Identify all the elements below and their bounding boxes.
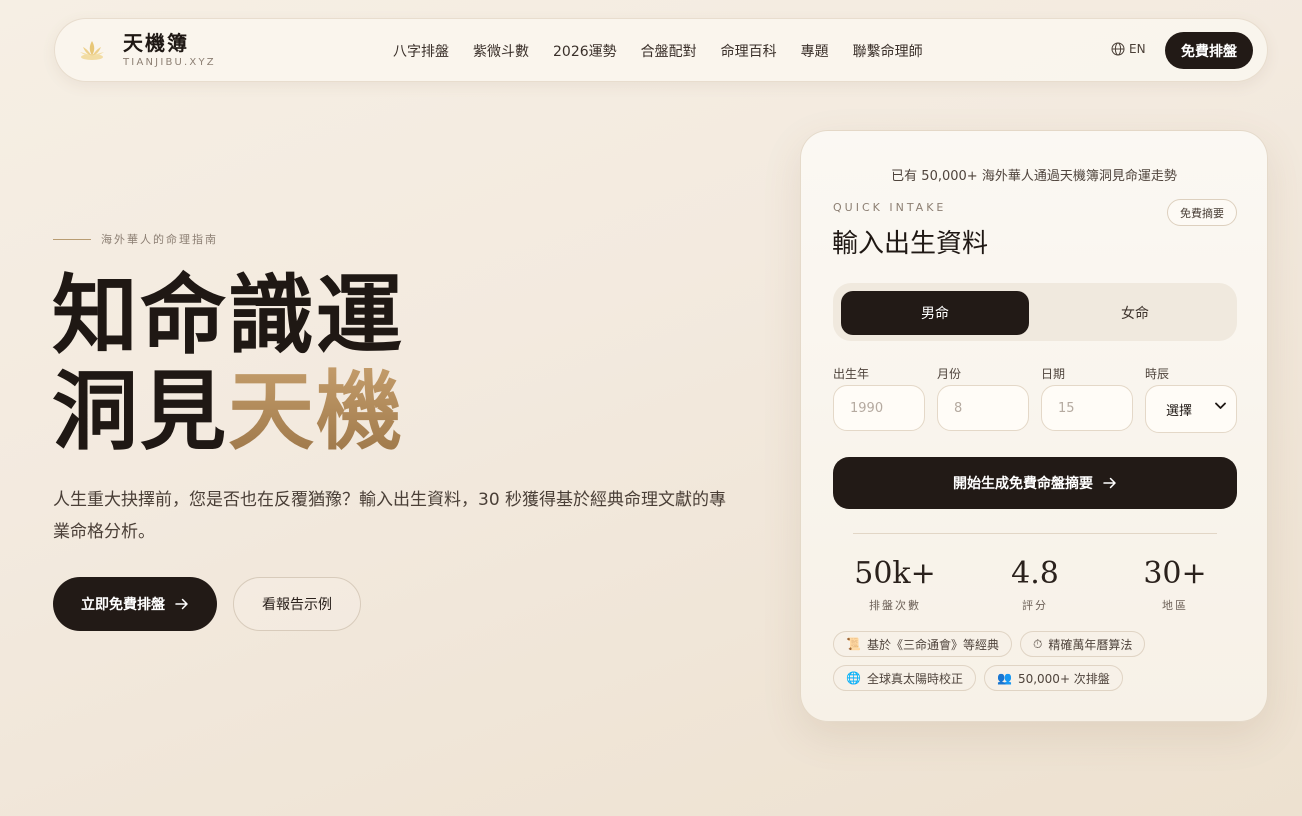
card-eyebrow: QUICK INTAKE [833, 201, 947, 214]
birth-year-input[interactable]: 1990 [833, 385, 925, 431]
stat-label: 地區 [1162, 599, 1188, 612]
start-free-chart-button[interactable]: 立即免費排盤 [53, 577, 217, 631]
chip-chart-count: 👥 50,000+ 次排盤 [984, 665, 1123, 691]
arrow-right-icon [175, 598, 188, 610]
card-title: 輸入出生資料 [832, 229, 989, 259]
brand-name: 天機簿 [123, 31, 189, 55]
headline-line-2-plain: 洞見 [52, 361, 228, 462]
card-divider [853, 533, 1217, 534]
users-icon: 👥 [997, 671, 1012, 685]
hero-eyebrow: 海外華人的命理指南 [53, 231, 218, 247]
globe-icon [1111, 42, 1125, 56]
view-sample-report-button[interactable]: 看報告示例 [233, 577, 361, 631]
scroll-icon: 📜 [846, 637, 861, 651]
chip-label: 基於《三命通會》等經典 [866, 637, 999, 652]
stat-label: 評分 [1022, 599, 1048, 612]
nav-free-chart-button[interactable]: 免費排盤 [1165, 32, 1253, 69]
gender-female-option[interactable]: 女命 [1041, 291, 1229, 335]
top-nav: 天機簿 TIANJIBU.XYZ 八字排盤 紫微斗數 2026運勢 合盤配對 命… [54, 18, 1268, 82]
brand-domain: TIANJIBU.XYZ [123, 57, 216, 68]
hero-headline: 知命識運 洞見天機 [52, 268, 404, 460]
nav-link-ziwei[interactable]: 紫微斗數 [473, 41, 529, 61]
nav-link-compatibility[interactable]: 合盤配對 [641, 41, 697, 61]
intake-card: 已有 50,000+ 海外華人通過天機簿洞見命運走勢 QUICK INTAKE … [800, 130, 1268, 722]
stat-value: 4.8 [1011, 556, 1059, 591]
chip-label: 50,000+ 次排盤 [1017, 671, 1110, 686]
day-input[interactable]: 15 [1041, 385, 1133, 431]
social-proof-text: 已有 50,000+ 海外華人通過天機簿洞見命運走勢 [891, 169, 1177, 184]
stat-regions: 30+ 地區 [1110, 555, 1240, 613]
headline-line-1: 知命識運 [52, 265, 404, 366]
eyebrow-line [53, 238, 91, 240]
headline-line-2: 洞見天機 [52, 364, 404, 460]
stat-rating: 4.8 評分 [970, 555, 1100, 613]
headline-line-2-gold: 天機 [228, 361, 404, 462]
chip-label: 精確萬年曆算法 [1048, 637, 1133, 652]
chip-classics: 📜 基於《三命通會》等經典 [833, 631, 1012, 657]
language-switch[interactable]: EN [1111, 42, 1146, 56]
birth-year-label: 出生年 [833, 367, 870, 381]
hour-select[interactable]: 選擇 [1145, 385, 1237, 433]
stat-value: 30+ [1143, 556, 1207, 591]
chip-solar-time: 🌐 全球真太陽時校正 [833, 665, 976, 691]
stat-label: 排盤次數 [869, 599, 921, 612]
lotus-logo-icon [80, 40, 104, 60]
generate-summary-button[interactable]: 開始生成免費命盤摘要 [833, 457, 1237, 509]
month-input[interactable]: 8 [937, 385, 1029, 431]
chip-calendar-algorithm: ⏱ 精確萬年曆算法 [1020, 631, 1146, 657]
hero-subtitle: 人生重大抉擇前，您是否也在反覆猶豫？輸入出生資料，30 秒獲得基於經典命理文獻的… [53, 490, 727, 542]
nav-link-contact[interactable]: 聯繫命理師 [853, 41, 923, 61]
chip-label: 全球真太陽時校正 [866, 671, 963, 686]
nav-link-encyclopedia[interactable]: 命理百科 [721, 41, 777, 61]
start-free-chart-label: 立即免費排盤 [81, 597, 165, 613]
globe-icon: 🌐 [846, 671, 861, 685]
language-label: EN [1129, 42, 1146, 56]
stopwatch-icon: ⏱ [1033, 636, 1043, 651]
hour-select-value: 選擇 [1166, 403, 1193, 419]
generate-summary-label: 開始生成免費命盤摘要 [953, 476, 1093, 492]
nav-link-bazi[interactable]: 八字排盤 [393, 41, 449, 61]
brand[interactable]: 天機簿 TIANJIBU.XYZ [77, 31, 216, 68]
hero-eyebrow-text: 海外華人的命理指南 [101, 233, 218, 246]
nav-link-2026-fortune[interactable]: 2026運勢 [553, 41, 617, 61]
nav-links: 八字排盤 紫微斗數 2026運勢 合盤配對 命理百科 專題 聯繫命理師 [393, 19, 947, 83]
nav-link-topics[interactable]: 專題 [801, 41, 829, 61]
stat-value: 50k+ [854, 556, 936, 591]
gender-toggle: 男命 女命 [833, 283, 1237, 341]
hour-label: 時辰 [1145, 367, 1170, 381]
day-placeholder: 15 [1058, 400, 1075, 416]
free-summary-badge: 免費摘要 [1167, 199, 1237, 226]
month-placeholder: 8 [954, 400, 963, 416]
day-label: 日期 [1041, 367, 1066, 381]
birth-year-placeholder: 1990 [850, 400, 884, 416]
arrow-right-icon [1103, 477, 1116, 489]
chevron-down-icon [1215, 402, 1226, 409]
stat-charts: 50k+ 排盤次數 [830, 555, 960, 613]
month-label: 月份 [937, 367, 962, 381]
gender-male-option[interactable]: 男命 [841, 291, 1029, 335]
